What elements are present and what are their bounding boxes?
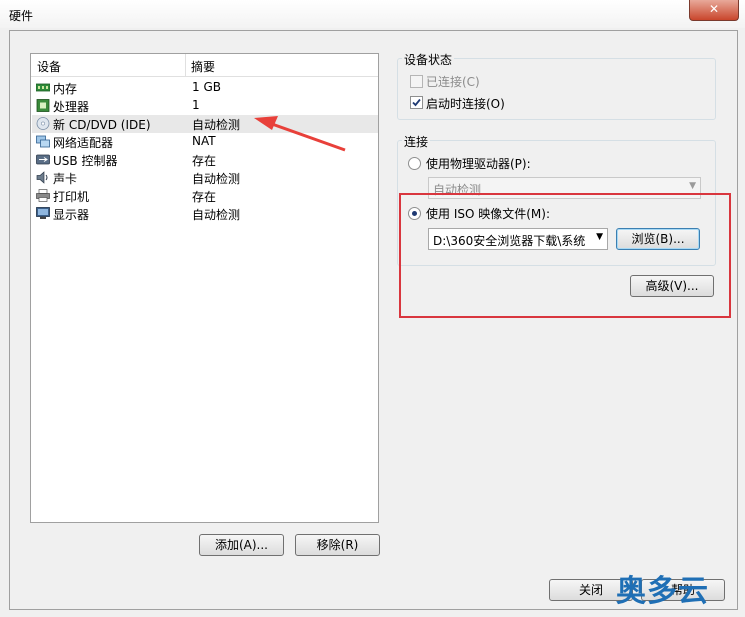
close-window-button[interactable]: ✕ [689, 0, 739, 21]
device-name: 打印机 [53, 190, 90, 204]
device-row-memory[interactable]: 内存 1 GB [32, 79, 378, 97]
printer-icon [36, 189, 50, 202]
column-header-device[interactable]: 设备 [37, 58, 61, 75]
cd-dvd-icon [36, 117, 50, 130]
device-summary: 1 [192, 98, 200, 112]
connect-on-start-label: 启动时连接(O) [426, 97, 505, 111]
connect-on-start-checkbox[interactable] [410, 96, 423, 109]
network-adapter-icon [36, 135, 50, 148]
device-name: 显示器 [53, 208, 90, 222]
title-bar: 硬件 ✕ [0, 0, 745, 28]
device-list-header: 设备 摘要 [31, 54, 378, 77]
device-status-title: 设备状态 [402, 51, 455, 68]
connected-label: 已连接(C) [426, 75, 480, 89]
highlight-box [399, 193, 731, 318]
device-summary: NAT [192, 134, 216, 148]
hardware-dialog: 硬件 ✕ 设备 摘要 内存 1 GB 处理器 1 新 CD/DVD (IDE) … [0, 0, 745, 617]
window-title: 硬件 [9, 9, 34, 23]
usb-icon [36, 154, 50, 165]
device-row-monitor[interactable]: 显示器 自动检测 [32, 205, 378, 223]
connected-checkbox[interactable] [410, 75, 423, 88]
device-row-printer[interactable]: 打印机 存在 [32, 187, 378, 205]
device-summary: 1 GB [192, 80, 221, 94]
connection-title: 连接 [402, 133, 431, 150]
device-summary: 自动检测 [192, 118, 241, 132]
monitor-icon [36, 207, 50, 219]
device-name: USB 控制器 [53, 154, 118, 168]
physical-drive-radio[interactable] [408, 157, 421, 170]
device-summary: 存在 [192, 154, 217, 168]
checkmark-icon [412, 98, 421, 107]
device-name: 处理器 [53, 100, 90, 114]
device-name: 内存 [53, 82, 78, 96]
sound-card-icon [36, 171, 48, 184]
device-row-sound-card[interactable]: 声卡 自动检测 [32, 169, 378, 187]
device-name: 网络适配器 [53, 136, 114, 150]
device-summary: 存在 [192, 190, 217, 204]
physical-drive-label: 使用物理驱动器(P): [426, 157, 531, 171]
device-summary: 自动检测 [192, 208, 241, 222]
memory-icon [36, 83, 50, 92]
device-summary: 自动检测 [192, 172, 241, 186]
chevron-down-icon: ▼ [689, 181, 696, 191]
arrow-annotation-icon [254, 116, 346, 152]
device-name: 声卡 [53, 172, 78, 186]
remove-device-button[interactable]: 移除(R) [295, 534, 380, 556]
column-header-summary[interactable]: 摘要 [191, 58, 215, 75]
column-separator [185, 54, 186, 76]
cpu-icon [36, 99, 50, 112]
watermark-text: 奥多云 [616, 574, 709, 609]
device-name: 新 CD/DVD (IDE) [53, 118, 151, 132]
add-device-button[interactable]: 添加(A)... [199, 534, 284, 556]
